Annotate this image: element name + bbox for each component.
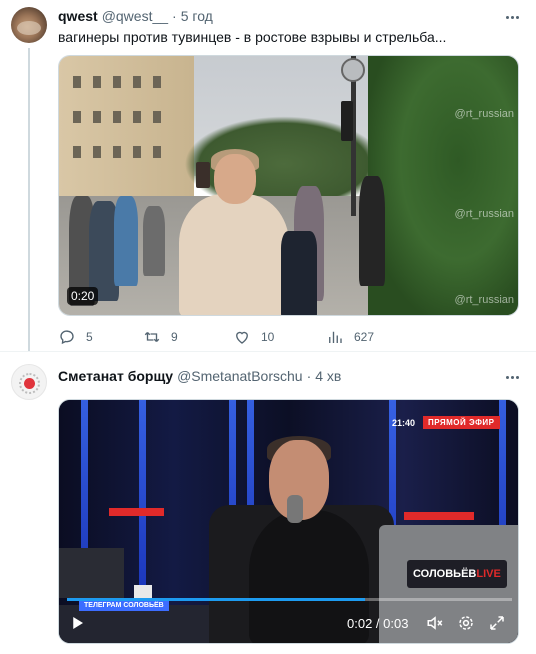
video-frame-block xyxy=(134,585,152,599)
display-name[interactable]: qwest xyxy=(58,8,98,24)
tweet[interactable]: qwest @qwest__ · 5 год вагинеры против т… xyxy=(0,0,536,352)
video-frame-person xyxy=(179,194,289,315)
views-button[interactable]: 627 xyxy=(326,328,374,346)
watermark: @rt_russian xyxy=(454,208,514,220)
video-frame-redbar xyxy=(404,512,474,520)
reply-button[interactable]: 5 xyxy=(58,328,93,346)
video-frame-traffic-light xyxy=(341,101,353,141)
settings-button[interactable] xyxy=(456,613,476,633)
timestamp[interactable]: 5 год xyxy=(181,8,213,24)
fullscreen-button[interactable] xyxy=(487,613,507,633)
video-duration-badge: 0:20 xyxy=(67,287,99,305)
tweet-header: Сметанат борщу @SmetanatBorschu · 4 хв xyxy=(58,366,341,386)
channel-logo: СОЛОВЬЁВLIVE xyxy=(407,560,507,588)
separator: · xyxy=(306,368,312,384)
separator: · xyxy=(172,8,177,24)
avatar[interactable] xyxy=(11,7,47,43)
video-frame-screen xyxy=(59,548,124,598)
retweet-icon xyxy=(144,332,160,342)
retweet-count: 9 xyxy=(171,330,178,344)
tweet-actions: 5 9 10 627 xyxy=(58,328,458,348)
more-options-icon[interactable] xyxy=(502,7,522,27)
video-frame-redbar xyxy=(109,508,164,516)
more-options-icon[interactable] xyxy=(502,367,522,387)
video-player[interactable]: СОЛОВЬЁВLIVE 21:40 ПРЯМОЙ ЭФИР ТЕЛЕГРАМ … xyxy=(58,399,519,644)
video-player[interactable]: @rt_russian @rt_russian @rt_russian 0:20 xyxy=(58,55,519,316)
video-controls: 0:02 / 0:03 xyxy=(59,608,518,638)
video-frame-bag xyxy=(281,231,317,315)
video-frame-trees xyxy=(368,56,518,315)
video-frame-person xyxy=(214,154,256,204)
gear-icon xyxy=(459,616,473,630)
timestamp[interactable]: 4 хв xyxy=(315,368,341,384)
user-handle[interactable]: @qwest__ xyxy=(102,8,168,24)
views-icon xyxy=(329,331,342,343)
watermark: @rt_russian xyxy=(454,294,514,306)
video-timecode: 0:02 / 0:03 xyxy=(347,616,409,631)
reply-count: 5 xyxy=(86,330,93,344)
heart-icon xyxy=(236,331,248,344)
video-frame-building xyxy=(59,56,194,196)
like-button[interactable]: 10 xyxy=(233,328,274,346)
video-frame-person xyxy=(114,196,138,286)
play-icon xyxy=(73,617,83,629)
mute-button[interactable] xyxy=(425,613,445,633)
play-button[interactable] xyxy=(67,613,87,633)
watermark: @rt_russian xyxy=(454,108,514,120)
video-frame-phone xyxy=(196,162,210,188)
video-progress-fill xyxy=(67,598,366,601)
broadcast-clock: 21:40 xyxy=(392,418,416,428)
tweet-text: вагинеры против тувинцев - в ростове взр… xyxy=(58,29,447,45)
live-badge: ПРЯМОЙ ЭФИР xyxy=(423,416,500,429)
view-count: 627 xyxy=(354,330,375,344)
video-frame-microphone xyxy=(287,495,303,523)
like-count: 10 xyxy=(261,330,275,344)
reply-icon xyxy=(60,330,74,345)
video-frame-person xyxy=(143,206,165,276)
channel-logo-live: LIVE xyxy=(476,568,501,580)
video-frame-person xyxy=(359,176,385,286)
video-frame-sign xyxy=(341,58,365,82)
mute-icon xyxy=(427,616,443,630)
tweet-header: qwest @qwest__ · 5 год xyxy=(58,6,213,26)
tweet[interactable]: Сметанат борщу @SmetanatBorschu · 4 хв С… xyxy=(0,352,536,654)
user-handle[interactable]: @SmetanatBorschu xyxy=(177,368,303,384)
channel-logo-text: СОЛОВЬЁВ xyxy=(413,568,477,580)
fullscreen-icon xyxy=(490,616,504,630)
retweet-button[interactable]: 9 xyxy=(143,328,178,346)
video-frame-stripe xyxy=(139,400,146,600)
display-name[interactable]: Сметанат борщу xyxy=(58,368,173,384)
video-progress-bar[interactable] xyxy=(67,598,512,601)
thread-line xyxy=(28,48,30,352)
avatar[interactable] xyxy=(11,364,47,400)
